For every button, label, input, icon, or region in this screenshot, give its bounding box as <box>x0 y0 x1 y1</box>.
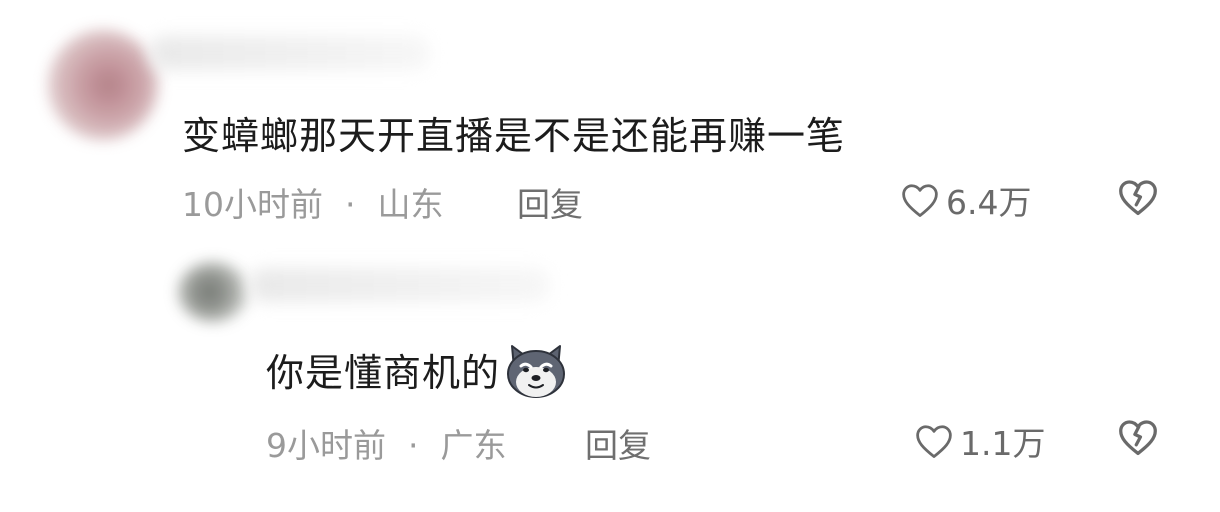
comment-location: 山东 <box>377 185 444 224</box>
avatar[interactable] <box>48 30 158 140</box>
like-count: 6.4万 <box>946 183 1032 222</box>
comment-time: 10小时前 <box>182 185 323 224</box>
like-button[interactable]: 6.4万 <box>900 176 1031 224</box>
comment-text-content: 你是懂商机的 <box>266 351 501 395</box>
broken-heart-icon <box>1119 180 1157 216</box>
comment-time: 9小时前 <box>266 426 386 465</box>
dislike-button[interactable] <box>1117 178 1159 220</box>
like-count: 1.1万 <box>960 424 1046 463</box>
dog-face-emoji <box>504 342 568 409</box>
broken-heart-icon <box>1119 420 1157 456</box>
heart-outline-icon <box>916 425 952 458</box>
comment-meta: 10小时前 · 山东 <box>182 178 444 226</box>
reply-button[interactable]: 回复 <box>517 178 583 226</box>
comment-text: 你是懂商机的 <box>266 342 568 409</box>
like-button[interactable]: 1.1万 <box>914 417 1045 465</box>
comment-text: 变蟑螂那天开直播是不是还能再赚一笔 <box>182 114 846 158</box>
comment-meta: 9小时前 · 广东 <box>266 419 507 467</box>
reply-button[interactable]: 回复 <box>585 419 651 467</box>
avatar[interactable] <box>178 262 248 322</box>
dislike-button[interactable] <box>1117 418 1159 460</box>
username-blurred[interactable] <box>150 36 430 70</box>
heart-outline-icon <box>902 184 938 217</box>
separator-dot: · <box>345 185 356 224</box>
username-blurred[interactable] <box>250 268 550 302</box>
comment-location: 广东 <box>440 426 507 465</box>
separator-dot: · <box>408 426 419 465</box>
